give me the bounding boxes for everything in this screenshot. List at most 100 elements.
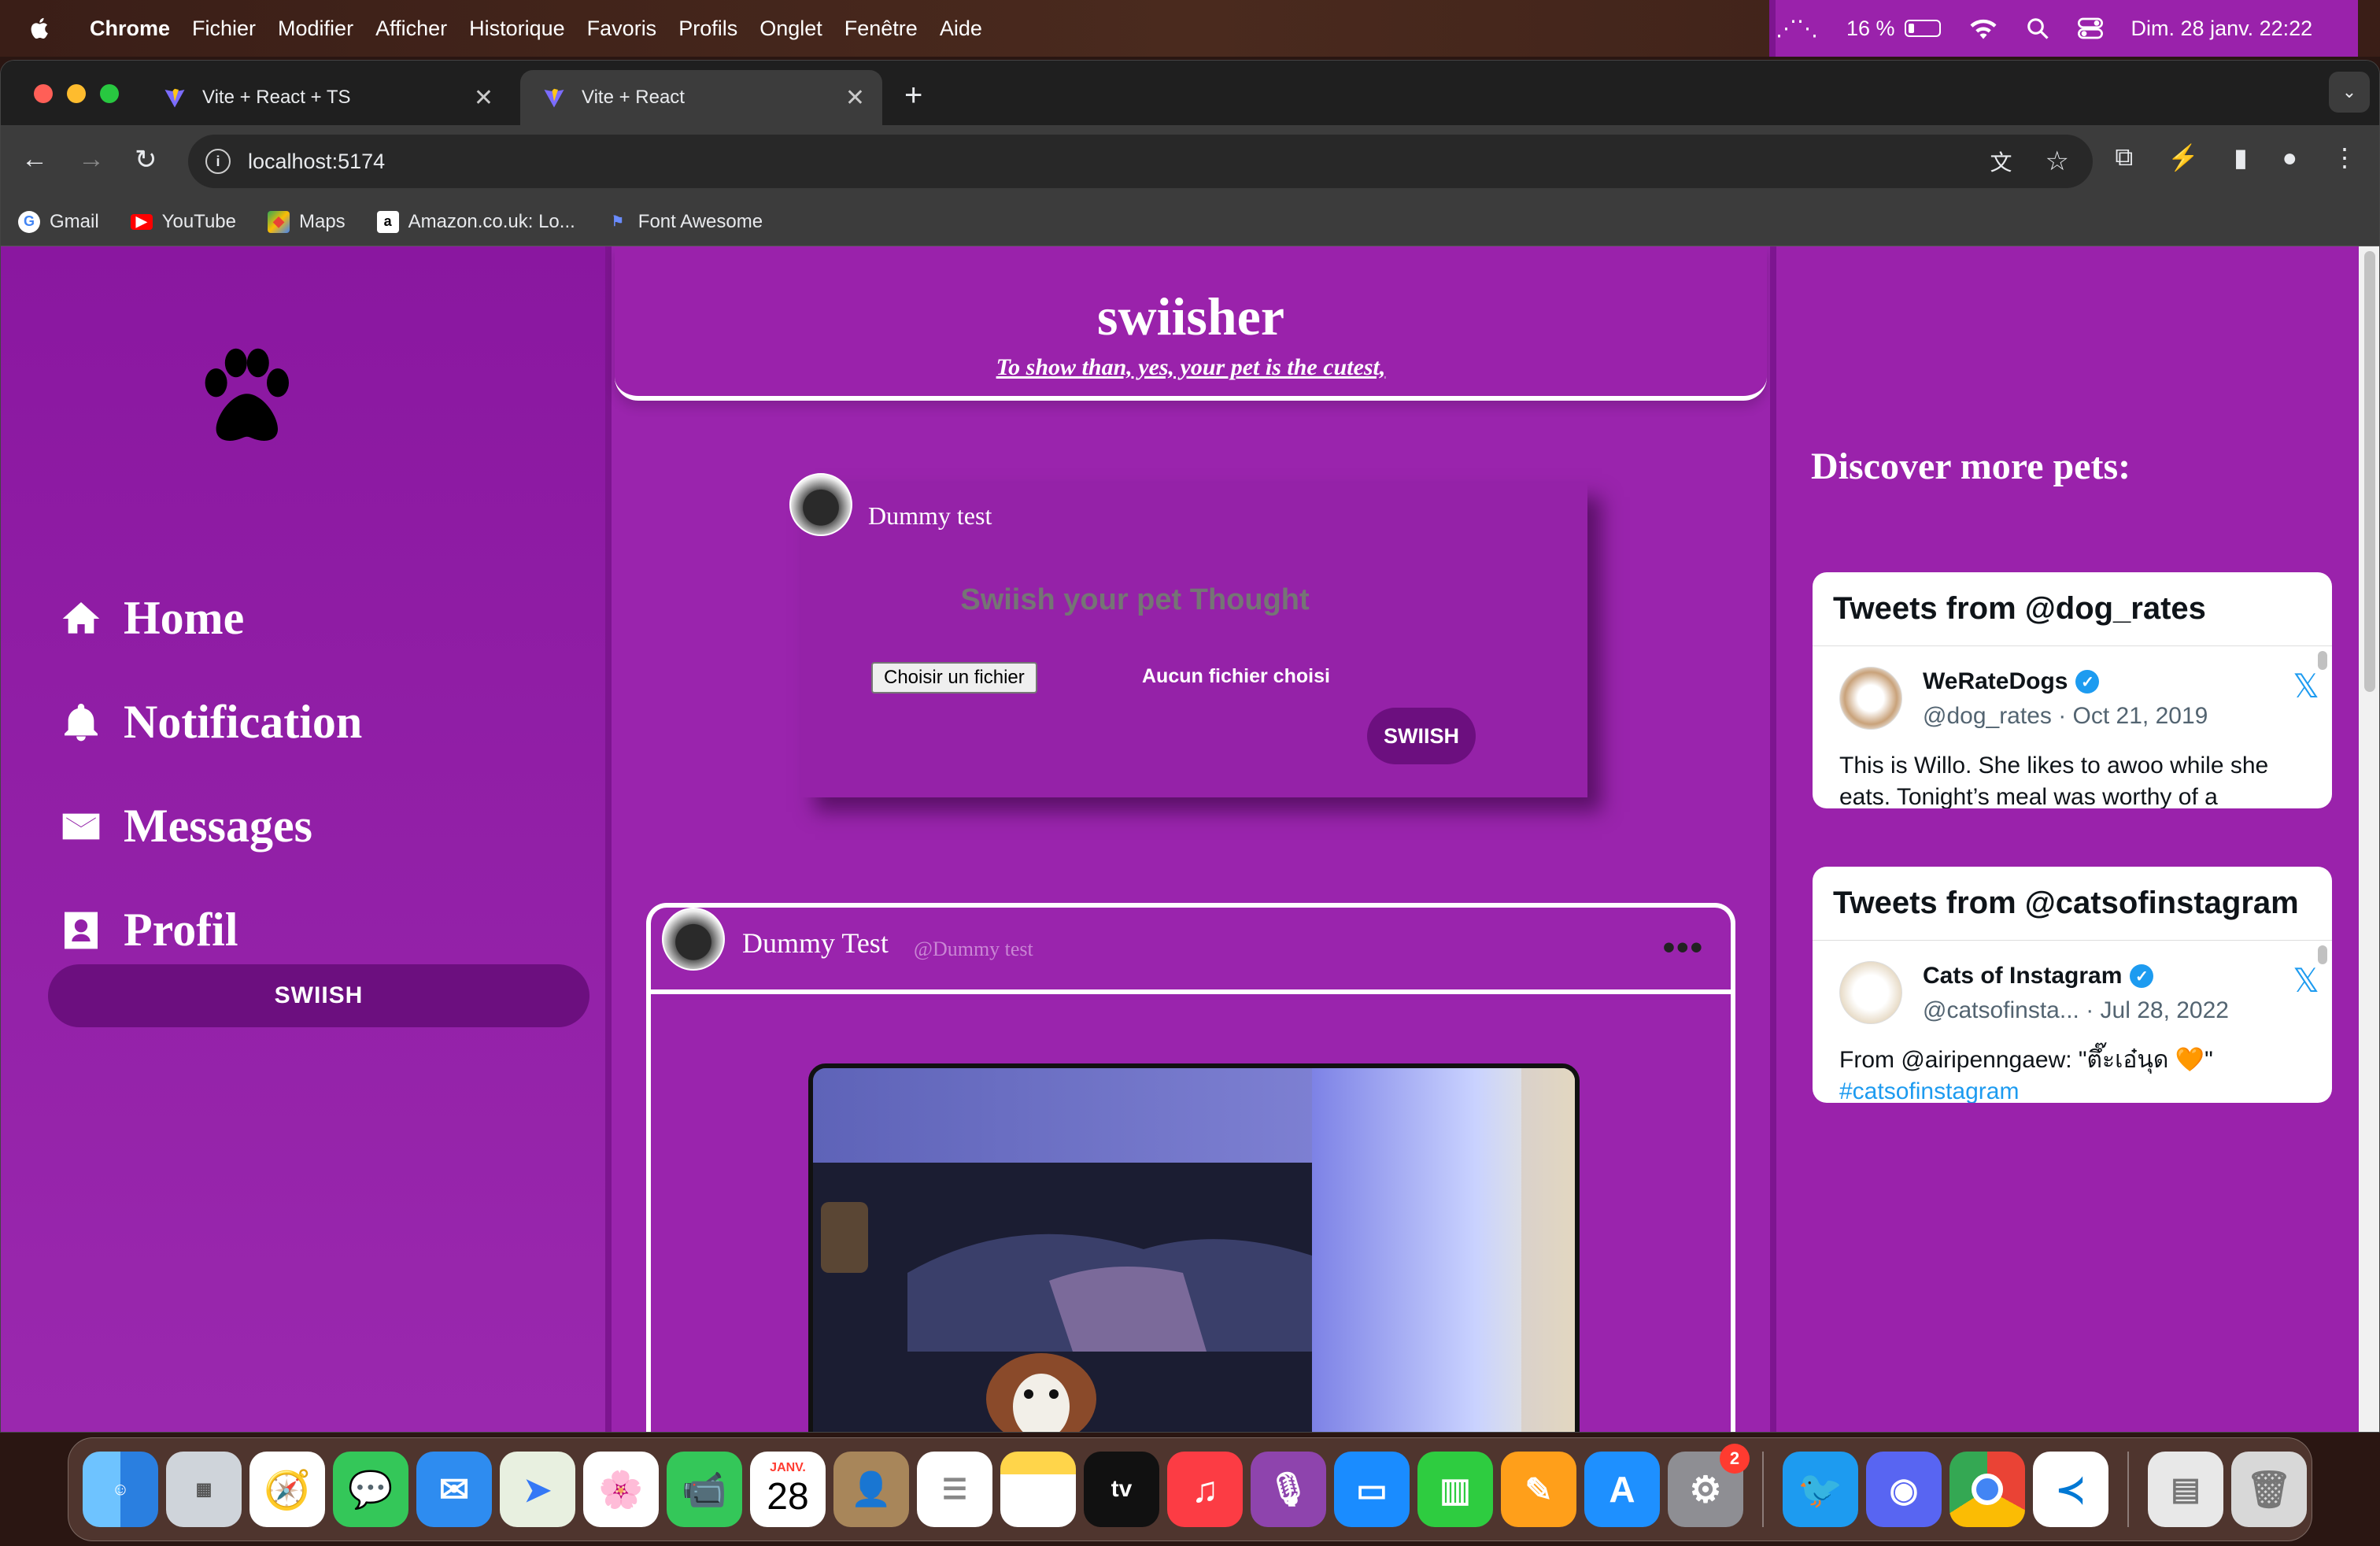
performance-icon[interactable]: ⚡: [2168, 142, 2199, 172]
tab-vite-react-ts[interactable]: Vite + React + TS ✕: [141, 70, 511, 125]
forward-arrow-icon[interactable]: →: [78, 144, 105, 175]
bookmark-amazon[interactable]: a Amazon.co.uk: Lo...: [376, 210, 575, 233]
twitter-app-icon[interactable]: 🐦: [1783, 1452, 1858, 1527]
new-tab-button[interactable]: +: [904, 78, 922, 113]
menubar-clock[interactable]: Dim. 28 janv. 22:22: [2131, 17, 2313, 41]
tab-vite-react[interactable]: Vite + React ✕: [520, 70, 882, 125]
menu-modifier[interactable]: Modifier: [278, 17, 353, 41]
control-center-icon[interactable]: [2077, 17, 2103, 39]
bookmark-maps[interactable]: ◆ Maps: [267, 210, 346, 233]
back-arrow-icon[interactable]: ←: [21, 144, 48, 175]
profile-icon[interactable]: ●: [2282, 143, 2297, 172]
photos-icon[interactable]: 🌸: [583, 1452, 659, 1527]
avatar[interactable]: [1839, 667, 1902, 730]
apple-tv-icon[interactable]: tv: [1084, 1452, 1159, 1527]
activity-icon[interactable]: ⋰⋱: [1776, 17, 1818, 41]
mail-icon[interactable]: ✉: [416, 1452, 492, 1527]
url-text[interactable]: localhost:5174: [248, 150, 385, 174]
apple-icon[interactable]: [27, 15, 54, 42]
facetime-icon[interactable]: 📹: [667, 1452, 742, 1527]
site-info-icon[interactable]: i: [205, 149, 231, 174]
swiish-sidebar-button[interactable]: SWIISH: [48, 964, 589, 1027]
avatar[interactable]: [789, 473, 852, 536]
page-scrollbar[interactable]: [2359, 246, 2379, 1432]
tweet-author[interactable]: Cats of Instagram ✓: [1923, 963, 2154, 989]
zoom-window-button[interactable]: [100, 84, 119, 103]
launchpad-icon[interactable]: ▦: [166, 1452, 242, 1527]
numbers-icon[interactable]: ▥: [1417, 1452, 1493, 1527]
app-store-icon[interactable]: A: [1584, 1452, 1660, 1527]
discord-icon[interactable]: ◉: [1866, 1452, 1942, 1527]
finder-icon[interactable]: ☺: [83, 1452, 158, 1527]
bookmark-label: Amazon.co.uk: Lo...: [408, 210, 575, 232]
calendar-icon[interactable]: JANV. 28: [750, 1452, 826, 1527]
spotlight-search-icon[interactable]: [2026, 17, 2049, 40]
side-panel-icon[interactable]: ▮: [2234, 142, 2248, 172]
twitter-embed-dog-rates[interactable]: Tweets from @dog_rates WeRateDogs ✓ @dog…: [1813, 572, 2332, 808]
tweet-author[interactable]: WeRateDogs ✓: [1923, 668, 2100, 695]
system-settings-icon[interactable]: ⚙ 2: [1668, 1444, 1750, 1527]
battery-status[interactable]: 16 %: [1846, 17, 1941, 41]
contacts-icon[interactable]: 👤: [833, 1452, 909, 1527]
avatar[interactable]: [1839, 961, 1902, 1024]
close-window-button[interactable]: [34, 84, 53, 103]
bookmark-font-awesome[interactable]: ⚑ Font Awesome: [607, 211, 763, 233]
messages-icon[interactable]: 💬: [333, 1452, 408, 1527]
safari-icon[interactable]: 🧭: [249, 1452, 325, 1527]
menu-favoris[interactable]: Favoris: [587, 17, 657, 41]
vscode-icon[interactable]: ≺: [2033, 1452, 2108, 1527]
site-tagline[interactable]: To show than, yes, your pet is the cutes…: [615, 354, 1767, 381]
trash-icon[interactable]: 🗑: [2231, 1452, 2307, 1527]
embed-title[interactable]: Tweets from @catsofinstagram: [1813, 867, 2332, 941]
menu-fichier[interactable]: Fichier: [192, 17, 256, 41]
chrome-app-icon[interactable]: [1949, 1452, 2025, 1527]
reload-icon[interactable]: ↻: [135, 144, 157, 176]
nav-profil[interactable]: Profil: [59, 903, 238, 957]
close-tab-icon[interactable]: ✕: [845, 84, 865, 112]
menu-historique[interactable]: Historique: [469, 17, 565, 41]
swiish-submit-button[interactable]: SWIISH: [1367, 708, 1476, 764]
bookmark-gmail[interactable]: G Gmail: [18, 210, 99, 233]
bookmark-star-icon[interactable]: ☆: [2046, 146, 2069, 177]
extensions-icon[interactable]: ⧉: [2115, 142, 2133, 172]
reminders-icon[interactable]: ☰: [917, 1452, 992, 1527]
post-composer: Dummy test Choisir un fichier Aucun fich…: [789, 473, 1587, 797]
post-author-name[interactable]: Dummy Test: [742, 926, 889, 960]
choose-file-button[interactable]: Choisir un fichier: [871, 662, 1037, 693]
paw-icon[interactable]: [190, 341, 300, 451]
address-bar[interactable]: i localhost:5174 文 ☆: [188, 135, 2093, 188]
bookmark-youtube[interactable]: ▶ YouTube: [130, 211, 236, 233]
podcasts-icon[interactable]: 🎙: [1251, 1452, 1326, 1527]
chrome-menu-icon[interactable]: ⋮: [2332, 142, 2357, 172]
notes-icon[interactable]: [1000, 1452, 1076, 1527]
avatar[interactable]: [662, 908, 725, 971]
x-logo-icon[interactable]: 𝕏: [2293, 667, 2319, 705]
close-tab-icon[interactable]: ✕: [474, 84, 493, 112]
menu-aide[interactable]: Aide: [940, 17, 982, 41]
nav-messages[interactable]: Messages: [59, 799, 312, 853]
pages-icon[interactable]: ✎: [1501, 1452, 1576, 1527]
keynote-icon[interactable]: ▭: [1334, 1452, 1410, 1527]
menu-app-name[interactable]: Chrome: [90, 17, 170, 41]
nav-home[interactable]: Home: [59, 591, 244, 645]
embed-title[interactable]: Tweets from @dog_rates: [1813, 572, 2332, 646]
minimize-window-button[interactable]: [67, 84, 86, 103]
music-icon[interactable]: ♫: [1167, 1452, 1243, 1527]
wifi-icon[interactable]: [1969, 17, 1998, 39]
hashtag-link[interactable]: #catsofinstagram: [1839, 1076, 2312, 1103]
translate-icon[interactable]: 文: [1990, 146, 2012, 177]
post-image[interactable]: [808, 1063, 1580, 1432]
tab-search-chevron-icon[interactable]: ⌄: [2329, 72, 2370, 113]
maps-app-icon[interactable]: ➤: [500, 1452, 575, 1527]
nav-notification[interactable]: Notification: [59, 695, 362, 749]
documents-stack-icon[interactable]: ▤: [2148, 1452, 2223, 1527]
menu-fenetre[interactable]: Fenêtre: [844, 17, 918, 41]
menu-profils[interactable]: Profils: [678, 17, 737, 41]
scrollbar-thumb[interactable]: [2364, 251, 2375, 692]
thought-input[interactable]: [800, 583, 1469, 617]
menu-afficher[interactable]: Afficher: [375, 17, 447, 41]
x-logo-icon[interactable]: 𝕏: [2293, 961, 2319, 1000]
more-options-icon[interactable]: •••: [1663, 928, 1704, 967]
menu-onglet[interactable]: Onglet: [759, 17, 822, 41]
twitter-embed-catsofinstagram[interactable]: Tweets from @catsofinstagram Cats of Ins…: [1813, 867, 2332, 1103]
